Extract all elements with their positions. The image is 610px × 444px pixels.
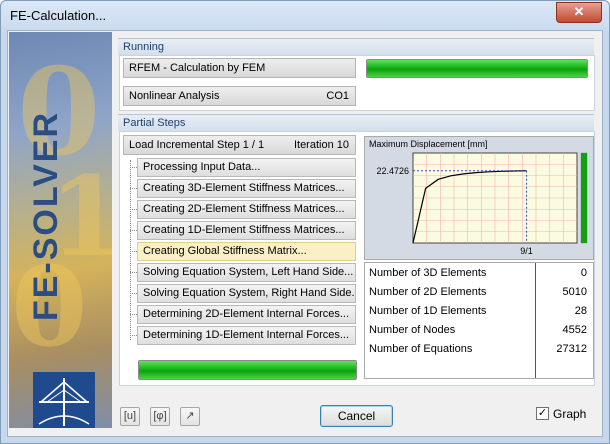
y-marker-label: 22.4726 xyxy=(376,166,409,176)
units-icon: [u] xyxy=(123,410,137,422)
stats-row: Number of Nodes 4552 xyxy=(365,321,593,340)
dlubal-logo xyxy=(33,372,95,428)
stats-row: Number of Equations 27312 xyxy=(365,340,593,359)
stats-label: Number of 2D Elements xyxy=(369,286,487,298)
level-bar-fill xyxy=(581,153,587,243)
load-case: CO1 xyxy=(326,90,349,102)
stats-value: 27312 xyxy=(556,343,587,355)
steps-tree-line xyxy=(130,160,131,340)
step-item: Creating 3D-Element Stiffness Matrices..… xyxy=(137,179,356,198)
program-field: RFEM - Calculation by FEM xyxy=(123,58,356,78)
stats-value: 28 xyxy=(574,305,587,317)
fe-solver-brand-panel: 0 1 0 FE-SOLVER xyxy=(9,32,112,428)
stats-value: 4552 xyxy=(562,324,587,336)
analysis-type: Nonlinear Analysis xyxy=(129,90,220,102)
step-item: Determining 1D-Element Internal Forces..… xyxy=(137,326,356,345)
phi-icon: [φ] xyxy=(153,410,167,422)
graph-settings-button[interactable]: ↗ xyxy=(180,407,200,426)
step-tree-branch xyxy=(130,251,137,252)
running-progress-bar xyxy=(366,59,588,78)
steps-progress-bar xyxy=(138,360,357,380)
load-step-field: Load Incremental Step 1 / 1 Iteration 10 xyxy=(123,135,356,155)
graph-settings-icon: ↗ xyxy=(185,410,195,422)
step-item: Determining 2D-Element Internal Forces..… xyxy=(137,305,356,324)
stats-label: Number of Nodes xyxy=(369,324,456,336)
check-icon: ✓ xyxy=(537,407,548,419)
step-tree-branch xyxy=(130,188,137,189)
fe-solver-label: FE-SOLVER xyxy=(27,110,65,322)
stats-row: Number of 3D Elements 0 xyxy=(365,264,593,283)
running-progress-fill xyxy=(367,60,587,77)
step-tree-branch xyxy=(130,209,137,210)
partial-steps-header: Partial Steps xyxy=(118,114,594,131)
step-tree-branch xyxy=(130,272,137,273)
stats-row: Number of 1D Elements 28 xyxy=(365,302,593,321)
step-tree-branch xyxy=(130,230,137,231)
step-tree-branch xyxy=(130,314,137,315)
stats-row: Number of 2D Elements 5010 xyxy=(365,283,593,302)
graph-checkbox[interactable]: ✓ xyxy=(536,407,549,420)
phi-button[interactable]: [φ] xyxy=(150,407,170,426)
x-marker-label: 9/1 xyxy=(520,246,533,256)
step-tree-branch xyxy=(130,335,137,336)
step-tree-branch xyxy=(130,167,137,168)
cancel-button[interactable]: Cancel xyxy=(320,405,393,427)
steps-progress-fill xyxy=(139,361,356,379)
analysis-field: Nonlinear Analysis CO1 xyxy=(123,86,356,106)
step-item: Solving Equation System, Left Hand Side.… xyxy=(137,263,356,282)
stats-label: Number of Equations xyxy=(369,343,473,355)
close-button[interactable]: ✕ xyxy=(556,2,602,23)
stats-value: 0 xyxy=(580,267,587,279)
stats-label: Number of 3D Elements xyxy=(369,267,487,279)
title-bar[interactable]: FE-Calculation... ✕ xyxy=(1,1,609,31)
step-tree-branch xyxy=(130,293,137,294)
stats-label: Number of 1D Elements xyxy=(369,305,487,317)
iteration: Iteration 10 xyxy=(293,139,349,151)
step-item: Creating Global Stiffness Matrix... xyxy=(137,242,356,261)
displacement-chart: Maximum Displacement [mm] 22.4726 9/1 xyxy=(364,136,594,260)
model-statistics-table: Number of 3D Elements 0 Number of 2D Eleme… xyxy=(364,262,594,379)
step-item: Processing Input Data... xyxy=(137,158,356,177)
step-item: Creating 2D-Element Stiffness Matrices..… xyxy=(137,200,356,219)
units-button[interactable]: [u] xyxy=(120,407,140,426)
running-header: Running xyxy=(118,38,594,55)
chart-svg: 22.4726 9/1 xyxy=(376,152,588,256)
stats-value: 5010 xyxy=(562,286,587,298)
graph-label: Graph xyxy=(553,407,587,421)
window-title: FE-Calculation... xyxy=(10,8,107,23)
load-step: Load Incremental Step 1 / 1 xyxy=(129,139,265,151)
step-item: Creating 1D-Element Stiffness Matrices..… xyxy=(137,221,356,240)
step-item: Solving Equation System, Right Hand Side… xyxy=(137,284,356,303)
